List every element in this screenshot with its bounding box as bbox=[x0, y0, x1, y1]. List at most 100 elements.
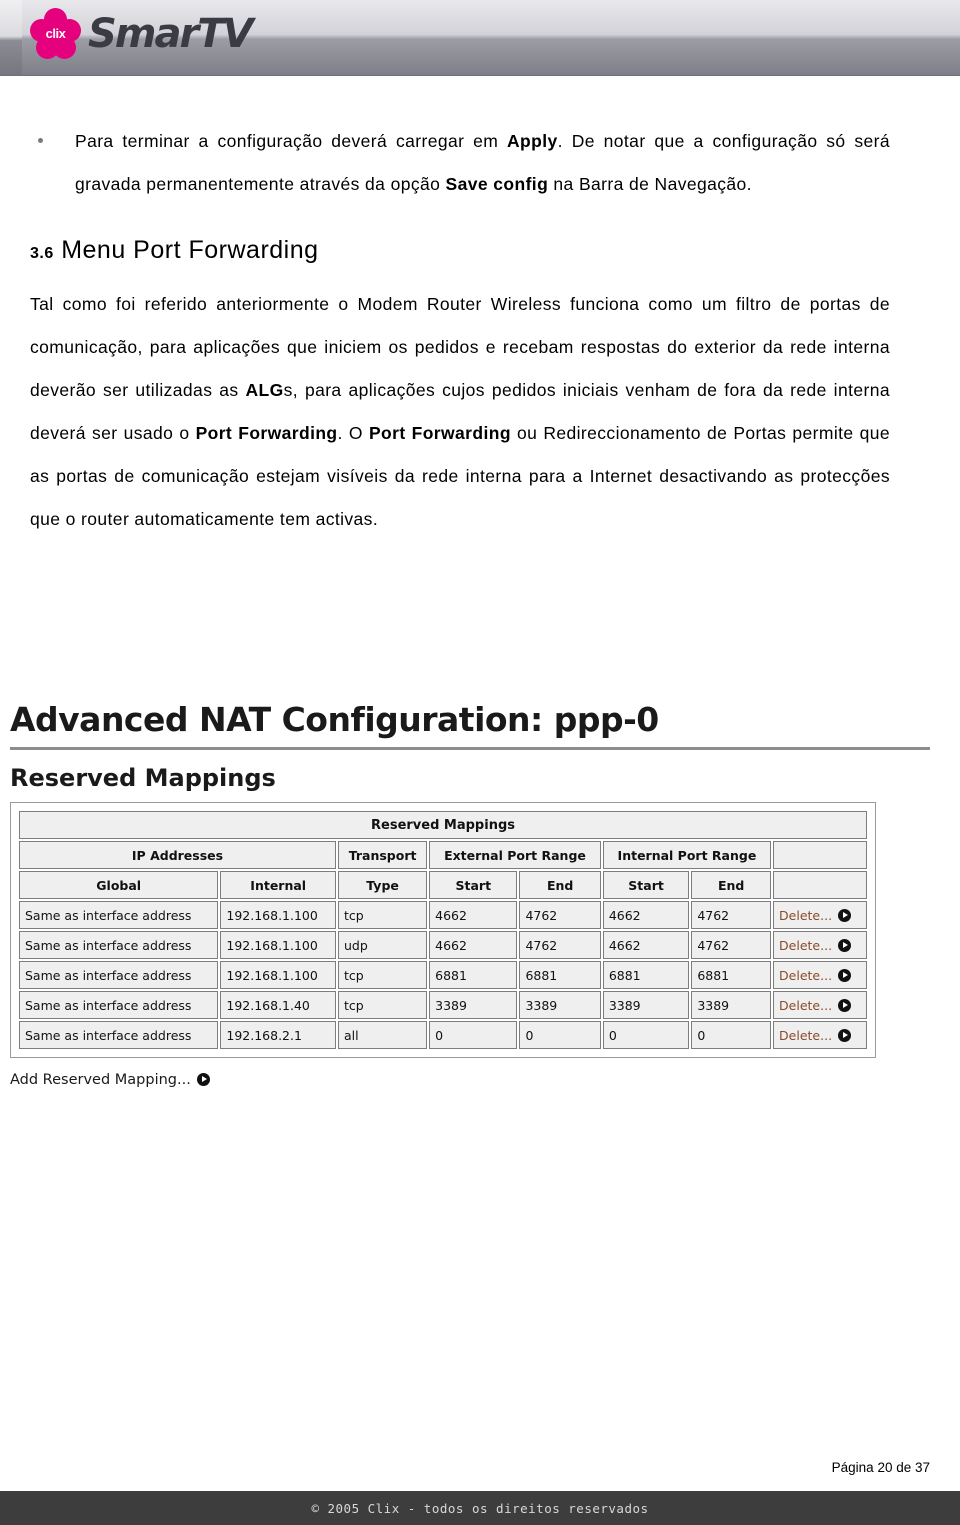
logo-word-clix: clix bbox=[41, 21, 70, 46]
body-line-c-post: s, para bbox=[283, 380, 342, 400]
table-row: Same as interface address 192.168.1.100 … bbox=[19, 901, 867, 929]
document-content: Para terminar a configuração deverá carr… bbox=[0, 120, 960, 547]
cell-int-end: 3389 bbox=[691, 991, 772, 1019]
cell-int-start: 3389 bbox=[602, 991, 690, 1019]
cell-ext-end: 4762 bbox=[519, 931, 601, 959]
body-line-e-pre: o bbox=[179, 423, 196, 443]
body-term-alg: ALG bbox=[245, 380, 284, 400]
header-external-port-range: External Port Range bbox=[429, 841, 601, 869]
go-arrow-icon[interactable] bbox=[838, 998, 852, 1012]
cell-type: udp bbox=[338, 931, 428, 959]
cell-ext-end: 4762 bbox=[519, 901, 601, 929]
copyright-text: © 2005 Clix - todos os direitos reservad… bbox=[311, 1500, 649, 1516]
subheader-int-end: End bbox=[691, 871, 772, 899]
go-arrow-icon[interactable] bbox=[196, 1073, 210, 1086]
reserved-mappings-table: Reserved Mappings IP Addresses Transport… bbox=[17, 809, 869, 1051]
delete-mapping-button[interactable]: Delete... bbox=[773, 901, 867, 929]
cell-internal: 192.168.1.40 bbox=[220, 991, 336, 1019]
section-number-sub: 6 bbox=[44, 245, 54, 262]
body-line-e-post: ou Redireccionamento de Portas permite bbox=[510, 423, 854, 443]
banner-left-edge bbox=[0, 0, 22, 75]
header-ip-addresses: IP Addresses bbox=[19, 841, 336, 869]
bullet-line3: na Barra de Navegação. bbox=[553, 174, 752, 194]
delete-mapping-button[interactable]: Delete... bbox=[773, 1021, 867, 1049]
cell-type: tcp bbox=[338, 961, 428, 989]
go-arrow-icon[interactable] bbox=[838, 938, 852, 952]
body-paragraph: Tal como foi referido anteriormente o Mo… bbox=[30, 283, 890, 541]
delete-label: Delete... bbox=[779, 997, 833, 1013]
cell-global: Same as interface address bbox=[19, 961, 219, 989]
cell-type: all bbox=[338, 1021, 428, 1049]
reserved-mappings-heading: Reserved Mappings bbox=[10, 764, 276, 792]
cell-global: Same as interface address bbox=[19, 931, 219, 959]
cell-global: Same as interface address bbox=[19, 991, 219, 1019]
bullet-line1-pre: Para terminar a configuração deverá carr… bbox=[75, 131, 508, 151]
cell-global: Same as interface address bbox=[19, 1021, 219, 1049]
cell-ext-end: 6881 bbox=[519, 961, 601, 989]
embedded-screenshot: Advanced NAT Configuration: ppp-0 Reserv… bbox=[0, 700, 960, 1088]
subheader-ext-end: End bbox=[519, 871, 601, 899]
section-title-text: Menu Port Forwarding bbox=[61, 236, 319, 264]
footer-copyright-bar: © 2005 Clix - todos os direitos reservad… bbox=[0, 1491, 960, 1525]
page-header-banner: clix SmarTV bbox=[0, 0, 960, 76]
page-number: Página 20 de 37 bbox=[831, 1460, 930, 1475]
cell-ext-start: 4662 bbox=[429, 931, 518, 959]
header-internal-port-range: Internal Port Range bbox=[602, 841, 772, 869]
table-title-row: Reserved Mappings bbox=[19, 811, 867, 839]
delete-mapping-button[interactable]: Delete... bbox=[773, 961, 867, 989]
cell-ext-end: 3389 bbox=[519, 991, 601, 1019]
table-row: Same as interface address 192.168.1.100 … bbox=[19, 961, 867, 989]
table-row: Same as interface address 192.168.1.100 … bbox=[19, 931, 867, 959]
go-arrow-icon[interactable] bbox=[838, 1028, 852, 1042]
cell-int-end: 4762 bbox=[691, 901, 772, 929]
section-heading: 3.6 Menu Port Forwarding bbox=[30, 236, 890, 265]
header-action bbox=[773, 841, 867, 869]
cell-type: tcp bbox=[338, 991, 428, 1019]
body-line-e-mid: . O bbox=[337, 423, 369, 443]
delete-mapping-button[interactable]: Delete... bbox=[773, 931, 867, 959]
delete-label: Delete... bbox=[779, 967, 833, 983]
table-subheader-row: Global Internal Type Start End Start End bbox=[19, 871, 867, 899]
table-title-cell: Reserved Mappings bbox=[19, 811, 867, 839]
delete-mapping-button[interactable]: Delete... bbox=[773, 991, 867, 1019]
cell-internal: 192.168.1.100 bbox=[220, 901, 336, 929]
cell-int-end: 0 bbox=[691, 1021, 772, 1049]
section-number: 3. bbox=[30, 245, 45, 262]
go-arrow-icon[interactable] bbox=[838, 908, 852, 922]
cell-ext-end: 0 bbox=[519, 1021, 601, 1049]
body-line-a: Tal como foi referido anteriormente o Mo… bbox=[30, 294, 727, 314]
flower-logo-icon: clix bbox=[30, 8, 82, 60]
nat-config-page-title: Advanced NAT Configuration: ppp-0 bbox=[10, 700, 659, 739]
subheader-internal: Internal bbox=[220, 871, 336, 899]
cell-int-start: 6881 bbox=[602, 961, 690, 989]
add-reserved-mapping-label: Add Reserved Mapping... bbox=[10, 1072, 191, 1088]
cell-internal: 192.168.1.100 bbox=[220, 961, 336, 989]
bullet-dot-icon bbox=[38, 138, 43, 143]
delete-label: Delete... bbox=[779, 937, 833, 953]
cell-int-start: 4662 bbox=[602, 901, 690, 929]
cell-ext-start: 3389 bbox=[429, 991, 518, 1019]
cell-internal: 192.168.2.1 bbox=[220, 1021, 336, 1049]
delete-label: Delete... bbox=[779, 1027, 833, 1043]
subheader-global: Global bbox=[19, 871, 219, 899]
cell-int-start: 0 bbox=[602, 1021, 690, 1049]
cell-global: Same as interface address bbox=[19, 901, 219, 929]
bullet-line1-bold: Apply bbox=[507, 131, 558, 151]
cell-type: tcp bbox=[338, 901, 428, 929]
subheader-ext-start: Start bbox=[429, 871, 518, 899]
subheader-int-start: Start bbox=[602, 871, 690, 899]
cell-ext-start: 4662 bbox=[429, 901, 518, 929]
cell-internal: 192.168.1.100 bbox=[220, 931, 336, 959]
delete-label: Delete... bbox=[779, 907, 833, 923]
cell-ext-start: 6881 bbox=[429, 961, 518, 989]
bullet-paragraph: Para terminar a configuração deverá carr… bbox=[30, 120, 890, 206]
section-body: Tal como foi referido anteriormente o Mo… bbox=[30, 283, 890, 541]
table-row: Same as interface address 192.168.1.40 t… bbox=[19, 991, 867, 1019]
table-group-header-row: IP Addresses Transport External Port Ran… bbox=[19, 841, 867, 869]
bullet-text: Para terminar a configuração deverá carr… bbox=[75, 120, 890, 206]
go-arrow-icon[interactable] bbox=[838, 968, 852, 982]
body-term-port-forwarding-1: Port Forwarding bbox=[195, 423, 338, 443]
cell-int-end: 4762 bbox=[691, 931, 772, 959]
reserved-mappings-panel: Reserved Mappings IP Addresses Transport… bbox=[10, 802, 876, 1058]
add-reserved-mapping-link[interactable]: Add Reserved Mapping... bbox=[10, 1072, 960, 1088]
